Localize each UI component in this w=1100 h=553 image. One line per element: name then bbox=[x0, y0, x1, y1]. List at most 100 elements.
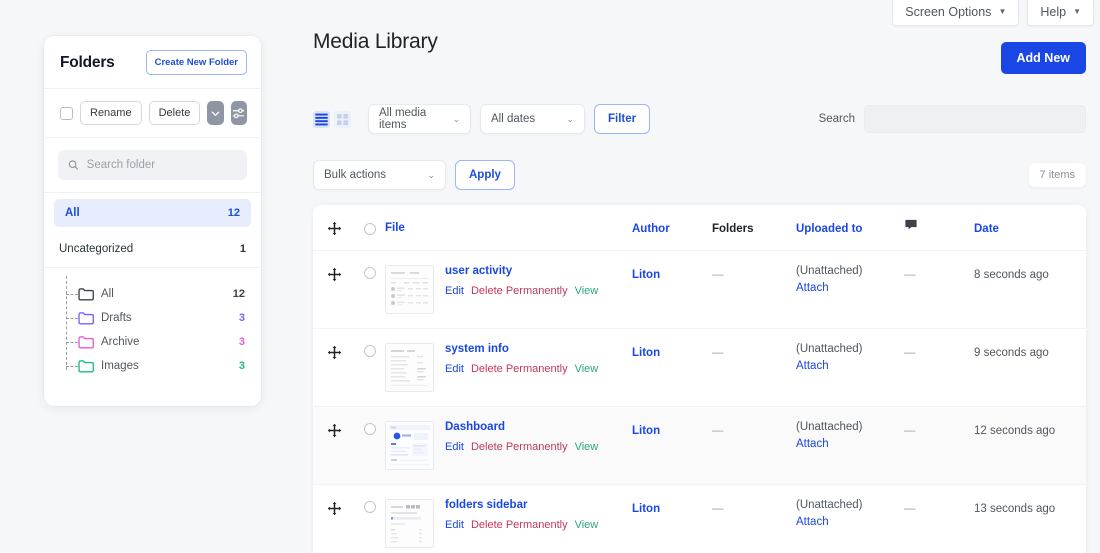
folder-settings-button[interactable] bbox=[230, 101, 247, 125]
file-thumbnail[interactable] bbox=[385, 499, 434, 548]
tree-item-archive[interactable]: Archive 3 bbox=[56, 330, 249, 354]
delete-permanently-link[interactable]: Delete Permanently bbox=[471, 285, 568, 297]
select-all-rows-radio[interactable] bbox=[364, 222, 376, 235]
create-new-folder-button[interactable]: Create New Folder bbox=[145, 50, 247, 75]
rename-folder-button[interactable]: Rename bbox=[80, 101, 142, 125]
tree-item-count: 3 bbox=[238, 360, 245, 372]
author-link[interactable]: Liton bbox=[632, 347, 660, 359]
page-title: Media Library bbox=[313, 30, 438, 53]
author-link[interactable]: Liton bbox=[632, 503, 660, 515]
comment-icon[interactable] bbox=[904, 218, 918, 232]
add-new-button[interactable]: Add New bbox=[1000, 42, 1086, 74]
file-name-link[interactable]: Dashboard bbox=[445, 421, 598, 433]
column-header-author[interactable]: Author bbox=[632, 223, 670, 235]
folder-item-count: 1 bbox=[239, 243, 246, 255]
bulk-actions-select[interactable]: Bulk actions ⌄ bbox=[313, 160, 446, 190]
tree-item-label: Images bbox=[101, 360, 139, 372]
file-thumbnail[interactable] bbox=[385, 265, 434, 314]
list-document-thumbnail-icon bbox=[386, 344, 433, 391]
move-icon[interactable] bbox=[327, 345, 342, 360]
folders-title: Folders bbox=[60, 53, 115, 71]
move-icon[interactable] bbox=[327, 221, 342, 236]
tree-item-count: 12 bbox=[232, 288, 245, 300]
attach-link[interactable]: Attach bbox=[796, 516, 829, 528]
delete-permanently-link[interactable]: Delete Permanently bbox=[471, 519, 568, 531]
tree-elbow bbox=[66, 366, 78, 367]
table-document-thumbnail-icon bbox=[386, 266, 433, 313]
author-link[interactable]: Liton bbox=[632, 425, 660, 437]
table-row: user activity Edit Delete Permanently Vi… bbox=[313, 251, 1086, 329]
tree-item-all[interactable]: All 12 bbox=[56, 282, 249, 306]
row-actions: Edit Delete Permanently View bbox=[445, 441, 598, 453]
row-select-radio[interactable] bbox=[364, 423, 376, 435]
delete-folder-button[interactable]: Delete bbox=[148, 101, 201, 125]
file-thumbnail[interactable] bbox=[385, 421, 434, 470]
file-thumbnail[interactable] bbox=[385, 343, 434, 392]
tree-item-count: 3 bbox=[238, 336, 245, 348]
file-name-link[interactable]: system info bbox=[445, 343, 598, 355]
column-header-folders: Folders bbox=[712, 222, 754, 235]
view-link[interactable]: View bbox=[575, 363, 599, 375]
drag-column-header bbox=[313, 219, 355, 236]
folder-item-label: All bbox=[65, 207, 80, 219]
select-all-folders-checkbox[interactable] bbox=[60, 106, 73, 120]
comments-value: — bbox=[904, 503, 916, 515]
move-icon[interactable] bbox=[327, 423, 342, 438]
main-header: Media Library Add New bbox=[313, 30, 1086, 74]
edit-link[interactable]: Edit bbox=[445, 519, 464, 531]
folder-search-input[interactable] bbox=[86, 159, 237, 171]
attach-link[interactable]: Attach bbox=[796, 360, 829, 372]
view-link[interactable]: View bbox=[575, 519, 599, 531]
folder-item-all[interactable]: All 12 bbox=[54, 199, 251, 227]
folders-action-bar: Rename Delete bbox=[44, 89, 261, 138]
select-all-column-header bbox=[355, 221, 385, 235]
file-name-link[interactable]: user activity bbox=[445, 265, 598, 277]
folder-item-uncategorized[interactable]: Uncategorized 1 bbox=[44, 233, 261, 268]
sidebar-document-thumbnail-icon bbox=[386, 500, 433, 547]
folders-value: — bbox=[712, 347, 724, 359]
tree-item-drafts[interactable]: Drafts 3 bbox=[56, 306, 249, 330]
media-search-input[interactable] bbox=[864, 105, 1086, 133]
edit-link[interactable]: Edit bbox=[445, 363, 464, 375]
items-count-badge: 7 items bbox=[1028, 163, 1086, 187]
help-button[interactable]: Help ▼ bbox=[1027, 0, 1094, 26]
row-select-radio[interactable] bbox=[364, 345, 376, 357]
search-icon bbox=[68, 160, 79, 170]
column-header-file[interactable]: File bbox=[385, 222, 405, 234]
comments-value: — bbox=[904, 347, 916, 359]
row-select-radio[interactable] bbox=[364, 267, 376, 279]
edit-link[interactable]: Edit bbox=[445, 441, 464, 453]
attach-link[interactable]: Attach bbox=[796, 438, 829, 450]
author-link[interactable]: Liton bbox=[632, 269, 660, 281]
move-icon[interactable] bbox=[327, 267, 342, 282]
folders-value: — bbox=[712, 269, 724, 281]
file-name-link[interactable]: folders sidebar bbox=[445, 499, 598, 511]
date-filter-select[interactable]: All dates ⌄ bbox=[480, 104, 585, 134]
view-link[interactable]: View bbox=[575, 285, 599, 297]
apply-button[interactable]: Apply bbox=[455, 160, 515, 190]
attach-link[interactable]: Attach bbox=[796, 282, 829, 294]
tree-item-images[interactable]: Images 3 bbox=[56, 354, 249, 378]
row-select-radio[interactable] bbox=[364, 501, 376, 513]
media-type-filter-select[interactable]: All media items ⌄ bbox=[368, 104, 471, 134]
folder-search-box[interactable] bbox=[58, 150, 247, 180]
table-header-row: File Author Folders Uploaded to Date bbox=[313, 205, 1086, 251]
view-link[interactable]: View bbox=[575, 441, 599, 453]
uploaded-to-value: (Unattached) bbox=[796, 421, 863, 433]
list-view-icon[interactable] bbox=[313, 110, 330, 128]
view-mode-toggle bbox=[313, 110, 351, 128]
screen-options-button[interactable]: Screen Options ▼ bbox=[892, 0, 1020, 26]
grid-view-icon[interactable] bbox=[334, 110, 351, 128]
edit-link[interactable]: Edit bbox=[445, 285, 464, 297]
delete-permanently-link[interactable]: Delete Permanently bbox=[471, 363, 568, 375]
filter-button[interactable]: Filter bbox=[594, 104, 651, 134]
delete-permanently-link[interactable]: Delete Permanently bbox=[471, 441, 568, 453]
column-header-uploaded-to[interactable]: Uploaded to bbox=[796, 223, 862, 235]
folder-item-label: Uncategorized bbox=[59, 243, 134, 255]
row-drag-handle-cell bbox=[313, 421, 355, 438]
move-icon[interactable] bbox=[327, 501, 342, 516]
comments-value: — bbox=[904, 425, 916, 437]
column-header-date[interactable]: Date bbox=[974, 223, 999, 235]
folder-dropdown-button[interactable] bbox=[207, 101, 224, 125]
chevron-down-icon: ⌄ bbox=[566, 113, 574, 124]
